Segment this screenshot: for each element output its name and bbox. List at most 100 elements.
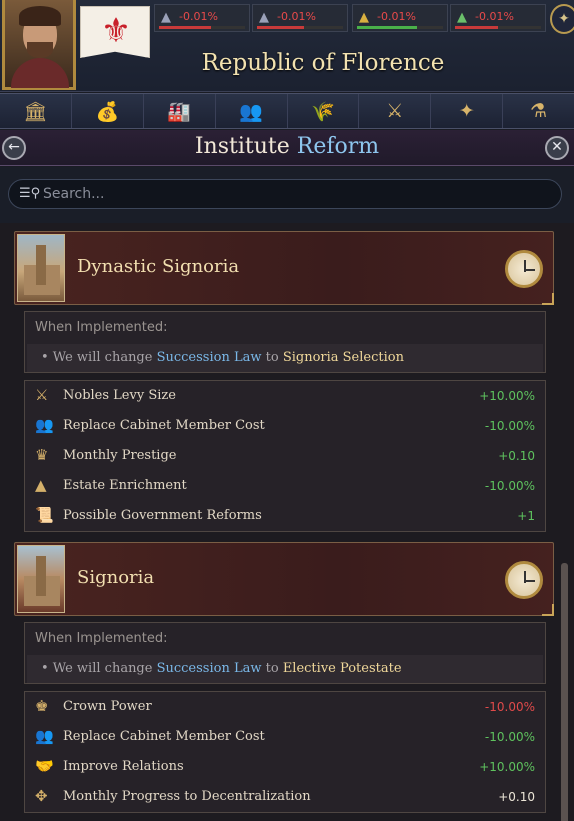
search-area: ☰⚲ [0, 167, 574, 223]
corner-ornament [542, 293, 554, 305]
tab-production[interactable]: 🏭 [143, 94, 216, 128]
military-icon: ⚔ [386, 100, 404, 122]
effect-row[interactable]: 📜 Possible Government Reforms +1 [25, 501, 545, 531]
estate-stat[interactable]: ▲ -0.01% [252, 4, 348, 32]
effect-label: Estate Enrichment [63, 478, 187, 493]
when-implemented-box: When Implemented: • We will change Succe… [24, 622, 546, 684]
reform-header[interactable]: Dynastic Signoria [14, 231, 554, 305]
reform-image [17, 234, 65, 302]
when-implemented-box: When Implemented: • We will change Succe… [24, 311, 546, 373]
economy-icon: 💰 [95, 100, 120, 123]
change-prefix: • We will change [41, 661, 157, 676]
compass-icon[interactable]: ✦ [550, 4, 574, 34]
change-prefix: • We will change [41, 350, 157, 365]
effect-row[interactable]: 👥 Replace Cabinet Member Cost -10.00% [25, 411, 545, 441]
effect-value: -10.00% [484, 730, 535, 744]
effect-label: Crown Power [63, 699, 152, 714]
country-name: Republic of Florence [201, 50, 445, 76]
reform-name: Signoria [77, 567, 155, 588]
estate-stat-value: -0.01% [377, 10, 416, 23]
exploration-icon: ✦ [458, 100, 475, 122]
estate-stat-bar [159, 26, 245, 29]
ruler-portrait[interactable] [2, 0, 76, 90]
tab-exploration[interactable]: ✦ [431, 94, 504, 128]
country-flag[interactable]: ⚜ [80, 6, 150, 58]
estate-stat-value: -0.01% [179, 10, 218, 23]
reform-image [17, 545, 65, 613]
effect-row[interactable]: ⚔ Nobles Levy Size +10.00% [25, 381, 545, 411]
fleur-de-lis-icon: ⚜ [100, 11, 132, 51]
change-law-link[interactable]: Succession Law [157, 350, 262, 365]
effect-label: Monthly Prestige [63, 448, 177, 463]
effect-value: +0.10 [498, 790, 535, 804]
effect-row[interactable]: ♛ Monthly Prestige +0.10 [25, 441, 545, 471]
tab-diplomacy[interactable]: 👥 [215, 94, 288, 128]
effect-value: -10.00% [484, 479, 535, 493]
clock-icon[interactable] [505, 561, 543, 599]
nobles-levy-icon: ⚔ [35, 386, 49, 404]
close-button[interactable]: ✕ [545, 136, 569, 160]
clock-hand-minute [525, 580, 535, 582]
top-bar: ⚜ ▲ -0.01% ▲ -0.01% ▲ -0.01% ▲ -0.01% ✦ … [0, 0, 574, 92]
effects-list: ⚔ Nobles Levy Size +10.00% 👥 Replace Cab… [24, 380, 546, 532]
reform-image-tower [36, 245, 46, 285]
effect-label: Replace Cabinet Member Cost [63, 729, 265, 744]
clock-hand-minute [525, 269, 535, 271]
when-implemented-label: When Implemented: [35, 320, 168, 335]
effect-row[interactable]: ✥ Monthly Progress to Decentralization +… [25, 782, 545, 812]
tab-economy[interactable]: 💰 [71, 94, 144, 128]
change-mid: to [261, 661, 283, 676]
effect-value: -10.00% [484, 700, 535, 714]
cabinet-cost-icon: 👥 [35, 416, 54, 434]
burgher-estate-icon: ▲ [359, 10, 369, 25]
corner-ornament [542, 604, 554, 616]
estate-stat-bar [357, 26, 443, 29]
effect-row[interactable]: ♚ Crown Power -10.00% [25, 692, 545, 722]
effect-row[interactable]: 👥 Replace Cabinet Member Cost -10.00% [25, 722, 545, 752]
change-law-link[interactable]: Succession Law [157, 661, 262, 676]
clock-icon[interactable] [505, 250, 543, 288]
government-icon: 🏛 [23, 100, 48, 123]
clergy-estate-icon: ▲ [259, 10, 269, 25]
panel-title: Institute Reform [0, 134, 574, 159]
effect-value: -10.00% [484, 419, 535, 433]
change-mid: to [261, 350, 283, 365]
effect-value: +1 [517, 509, 535, 523]
cabinet-cost-icon: 👥 [35, 727, 54, 745]
production-icon: 🏭 [167, 100, 192, 123]
effect-row[interactable]: ▲ Estate Enrichment -10.00% [25, 471, 545, 501]
tab-agriculture[interactable]: 🌾 [287, 94, 360, 128]
tab-military[interactable]: ⚔ [359, 94, 432, 128]
scrollbar[interactable] [561, 563, 568, 821]
crown-estate-icon: ▲ [161, 10, 171, 25]
change-description: • We will change Succession Law to Signo… [27, 344, 543, 372]
estate-stat[interactable]: ▲ -0.01% [450, 4, 546, 32]
tab-alchemy[interactable]: ⚗ [503, 94, 574, 128]
prestige-icon: ♛ [35, 446, 49, 464]
search-input[interactable] [43, 184, 543, 204]
estate-stat[interactable]: ▲ -0.01% [352, 4, 448, 32]
category-tabs: 🏛 💰 🏭 👥 🌾 ⚔ ✦ ⚗ [0, 93, 574, 129]
when-implemented-label: When Implemented: [35, 631, 168, 646]
effects-list: ♚ Crown Power -10.00% 👥 Replace Cabinet … [24, 691, 546, 813]
reform-header[interactable]: Signoria [14, 542, 554, 616]
search-icon: ☰⚲ [19, 186, 41, 201]
diplomacy-icon: 👥 [239, 100, 263, 123]
estate-stat[interactable]: ▲ -0.01% [154, 4, 250, 32]
effect-value: +0.10 [498, 449, 535, 463]
reforms-icon: 📜 [35, 506, 54, 524]
estate-enrichment-icon: ▲ [35, 476, 47, 494]
change-description: • We will change Succession Law to Elect… [27, 655, 543, 683]
reform-list: Dynastic Signoria When Implemented: • We… [0, 223, 574, 821]
portrait-beard [27, 42, 53, 58]
effect-label: Nobles Levy Size [63, 388, 176, 403]
change-target: Elective Potestate [282, 661, 402, 676]
search-box[interactable]: ☰⚲ [8, 179, 562, 209]
tab-government[interactable]: 🏛 [0, 94, 72, 128]
reform-image-tower [36, 556, 46, 596]
effect-row[interactable]: 🤝 Improve Relations +10.00% [25, 752, 545, 782]
portrait-hair [19, 6, 61, 26]
close-icon: ✕ [551, 139, 563, 155]
peasant-estate-icon: ▲ [457, 10, 467, 25]
change-target: Signoria Selection [282, 350, 404, 365]
